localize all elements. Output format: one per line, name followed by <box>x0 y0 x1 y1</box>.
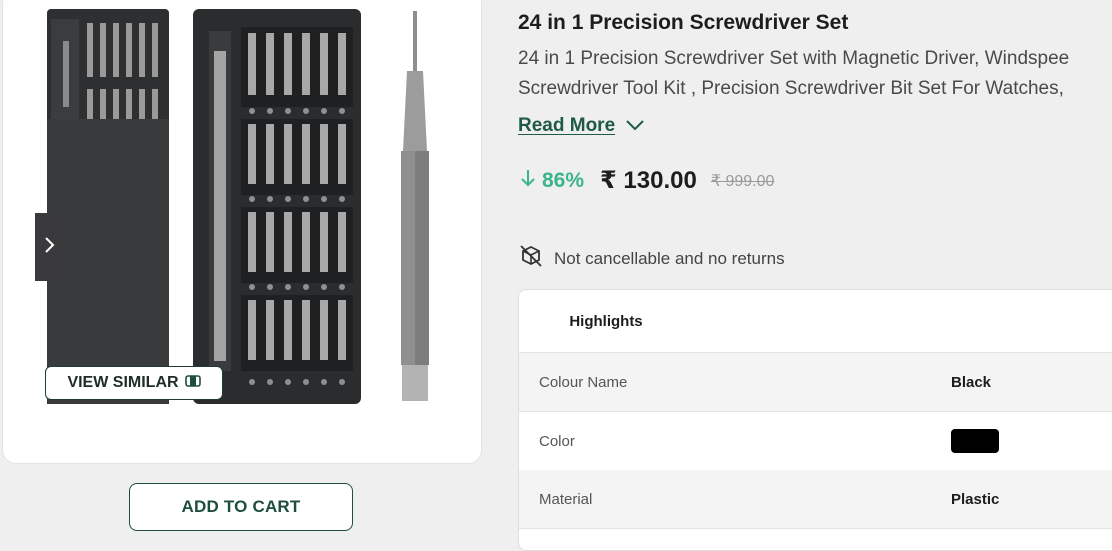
view-similar-button[interactable]: VIEW SIMILAR <box>45 366 223 400</box>
carousel-next-button[interactable] <box>35 213 65 281</box>
add-to-cart-button[interactable]: ADD TO CART <box>129 483 353 531</box>
highlight-row: Colour Name Black <box>519 353 1112 412</box>
return-policy-text: Not cancellable and no returns <box>554 248 785 268</box>
chevron-down-icon <box>625 115 645 137</box>
read-more-label: Read More <box>518 115 616 136</box>
tab-highlights[interactable]: Highlights <box>519 290 693 354</box>
similar-icon <box>184 374 201 393</box>
sale-price: ₹ 130.00 <box>600 167 697 194</box>
discount-badge: 86% <box>520 168 584 194</box>
return-policy: Not cancellable and no returns <box>518 243 785 274</box>
highlight-row: Color <box>519 412 1112 471</box>
original-price: ₹ 999.00 <box>710 172 775 190</box>
price-row: 86% ₹ 130.00 ₹ 999.00 <box>520 166 774 195</box>
arrow-down-icon <box>520 168 536 194</box>
description-line-1: 24 in 1 Precision Screwdriver Set with M… <box>518 48 1070 69</box>
description-line-2: Screwdriver Tool Kit , Precision Screwdr… <box>518 78 1064 99</box>
color-swatch <box>951 429 999 453</box>
no-return-box-icon <box>518 243 544 274</box>
highlight-key: Material <box>539 490 593 508</box>
highlight-row: Material Plastic <box>519 470 1112 529</box>
highlight-value: Plastic <box>951 490 1000 508</box>
chevron-right-icon <box>44 236 56 259</box>
view-similar-label: VIEW SIMILAR <box>67 374 179 391</box>
highlight-value: Black <box>951 373 992 391</box>
product-description: 24 in 1 Precision Screwdriver Set with M… <box>518 44 1112 104</box>
add-to-cart-label: ADD TO CART <box>181 497 301 516</box>
highlights-card: Highlights Colour Name Black Color Mater… <box>518 289 1112 551</box>
product-title: 24 in 1 Precision Screwdriver Set <box>518 11 849 34</box>
product-image-card[interactable]: VIEW SIMILAR <box>2 0 482 464</box>
highlight-key: Color <box>539 432 575 450</box>
highlight-key: Colour Name <box>539 373 628 391</box>
read-more-link[interactable]: Read More <box>518 115 645 137</box>
discount-percent: 86% <box>542 168 585 192</box>
